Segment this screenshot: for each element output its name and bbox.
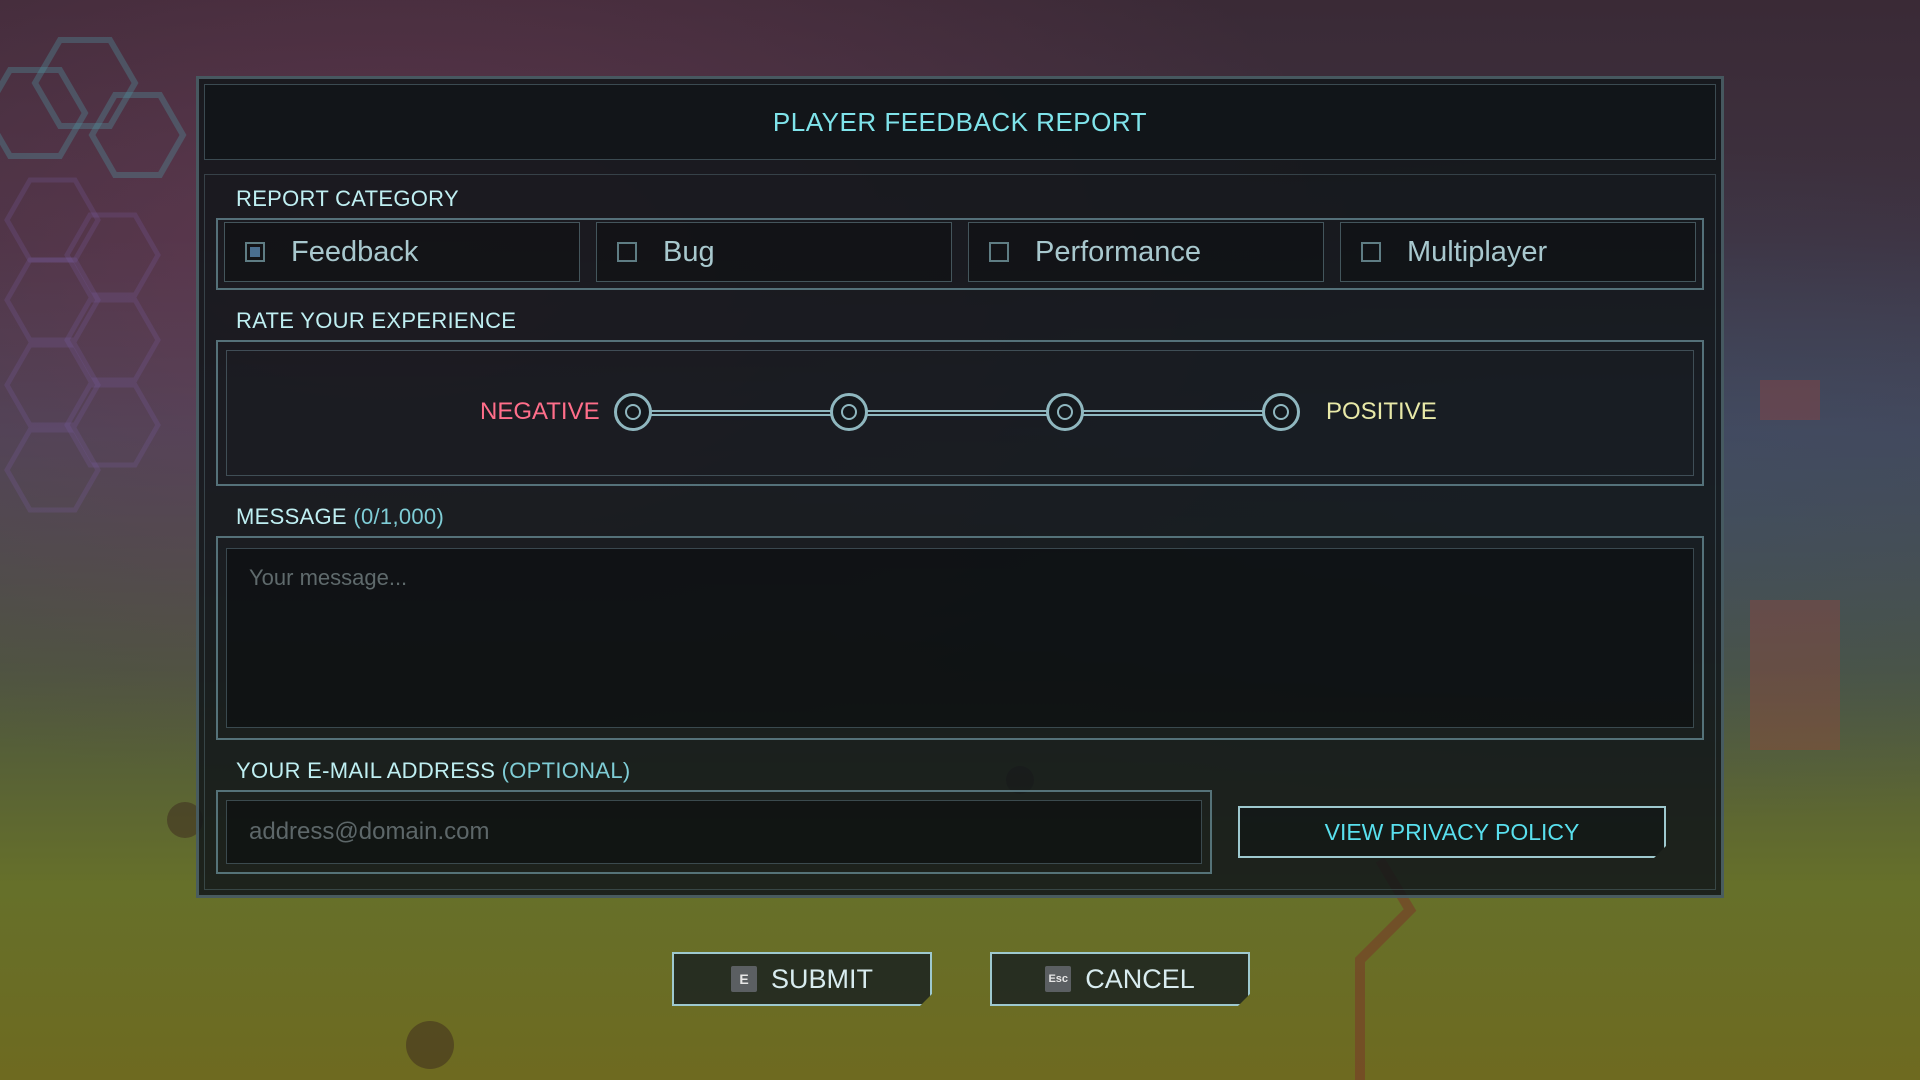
cancel-button[interactable]: Esc CANCEL <box>990 952 1250 1006</box>
dialog-header: PLAYER FEEDBACK REPORT <box>204 84 1716 160</box>
rate-experience-label: RATE YOUR EXPERIENCE <box>236 308 517 333</box>
dialog-title: PLAYER FEEDBACK REPORT <box>772 106 1148 137</box>
view-privacy-policy-button[interactable]: VIEW PRIVACY POLICY <box>1238 806 1666 858</box>
category-option-feedback[interactable]: Feedback <box>224 222 580 282</box>
category-option-label: Bug <box>663 235 715 268</box>
message-label: MESSAGE (0/1,000) <box>236 504 444 530</box>
category-option-label: Performance <box>1035 235 1202 268</box>
checkbox-checked-icon <box>245 242 265 262</box>
email-optional-note: (OPTIONAL) <box>501 758 631 783</box>
email-label-text: YOUR E-MAIL ADDRESS <box>236 758 496 783</box>
category-option-label: Multiplayer <box>1407 235 1548 268</box>
checkbox-empty-icon <box>989 242 1009 262</box>
rating-step-2[interactable] <box>830 393 868 431</box>
key-esc-icon: Esc <box>1045 966 1071 992</box>
rating-step-3[interactable] <box>1046 393 1084 431</box>
category-option-bug[interactable]: Bug <box>596 222 952 282</box>
rating-slider-track[interactable] <box>632 410 1282 416</box>
submit-label: SUBMIT <box>770 963 873 994</box>
negative-label: NEGATIVE <box>480 398 600 425</box>
email-input[interactable] <box>226 800 1202 864</box>
checkbox-empty-icon <box>617 242 637 262</box>
positive-label: POSITIVE <box>1326 398 1437 425</box>
rating-step-1[interactable] <box>614 393 652 431</box>
checkbox-empty-icon <box>1361 242 1381 262</box>
report-category-label: REPORT CATEGORY <box>236 186 459 211</box>
message-label-text: MESSAGE <box>236 504 347 529</box>
key-e-icon: E <box>731 966 757 992</box>
message-input[interactable] <box>226 548 1694 728</box>
category-option-performance[interactable]: Performance <box>968 222 1324 282</box>
cancel-label: CANCEL <box>1085 963 1195 994</box>
category-option-label: Feedback <box>291 235 419 268</box>
submit-button[interactable]: E SUBMIT <box>672 952 932 1006</box>
category-option-multiplayer[interactable]: Multiplayer <box>1340 222 1696 282</box>
rating-step-4[interactable] <box>1262 393 1300 431</box>
email-label: YOUR E-MAIL ADDRESS (OPTIONAL) <box>236 758 631 784</box>
message-character-counter: (0/1,000) <box>353 504 445 529</box>
